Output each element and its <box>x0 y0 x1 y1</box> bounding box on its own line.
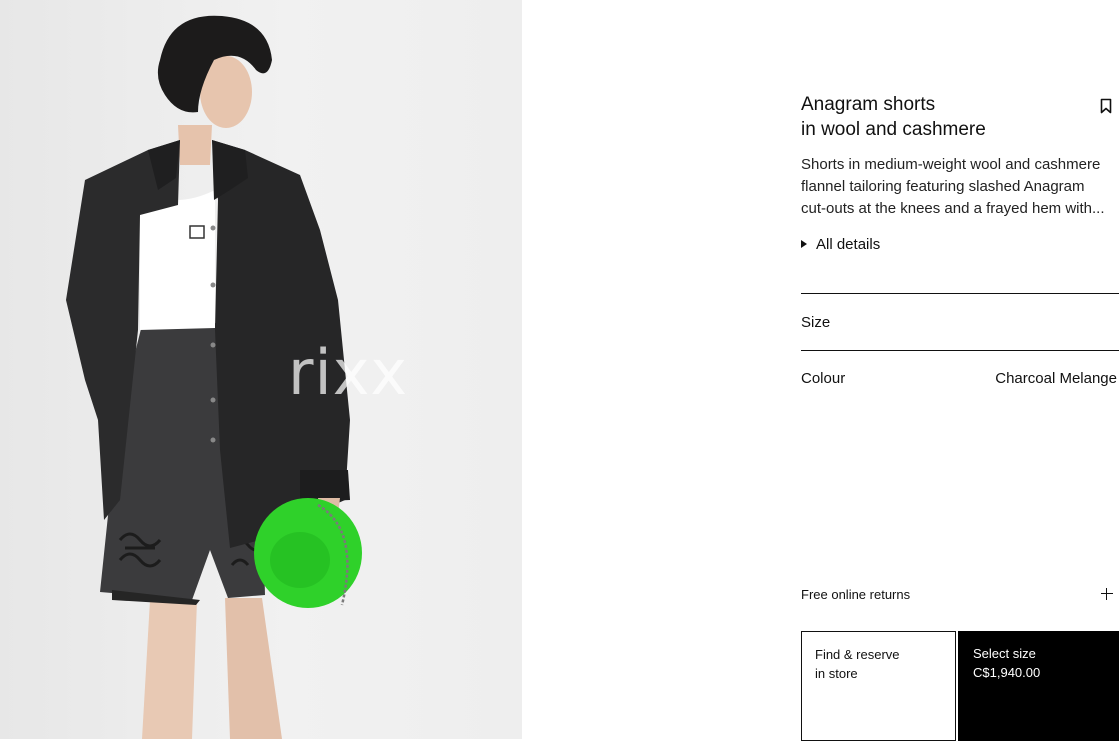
product-description: Shorts in medium-weight wool and cashmer… <box>801 154 1119 220</box>
all-details-toggle[interactable]: All details <box>801 233 880 255</box>
watermark: rixx <box>288 336 409 409</box>
find-reserve-in-store-button[interactable]: Find & reserve in store <box>801 631 956 741</box>
price: C$1,940.00 <box>973 665 1041 680</box>
product-panel: Anagram shorts in wool and cashmere Shor… <box>801 0 1119 741</box>
select-size-label: Select size <box>973 646 1036 661</box>
all-details-label: All details <box>816 235 881 253</box>
product-title-line-2: in wool and cashmere <box>801 119 986 140</box>
plus-icon <box>1101 588 1113 600</box>
find-reserve-label-line-1: Find & reserve <box>815 647 900 662</box>
product-title: Anagram shorts in wool and cashmere <box>801 92 1091 142</box>
description-line: cut-outs at the knees and a frayed hem w… <box>801 200 1105 217</box>
size-label: Size <box>801 313 831 331</box>
colour-row: Colour Charcoal Melange <box>801 366 1119 390</box>
find-reserve-label-line-2: in store <box>815 666 858 681</box>
description-line: Shorts in medium-weight wool and cashmer… <box>801 156 1101 173</box>
divider <box>801 350 1119 351</box>
colour-label: Colour <box>801 369 846 387</box>
model-illustration <box>66 15 362 739</box>
product-image[interactable]: rixx <box>0 0 522 739</box>
description-line: flannel tailoring featuring slashed Anag… <box>801 178 1085 195</box>
triangle-right-icon <box>801 240 807 248</box>
size-selector[interactable]: Size <box>801 294 1119 350</box>
free-returns-label: Free online returns <box>801 586 911 602</box>
free-returns-toggle[interactable]: Free online returns <box>801 584 1119 604</box>
select-size-button[interactable]: Select size C$1,940.00 <box>958 631 1119 741</box>
colour-value: Charcoal Melange <box>995 369 1117 387</box>
product-title-line-1: Anagram shorts <box>801 94 936 115</box>
bookmark-icon[interactable] <box>1100 98 1112 114</box>
